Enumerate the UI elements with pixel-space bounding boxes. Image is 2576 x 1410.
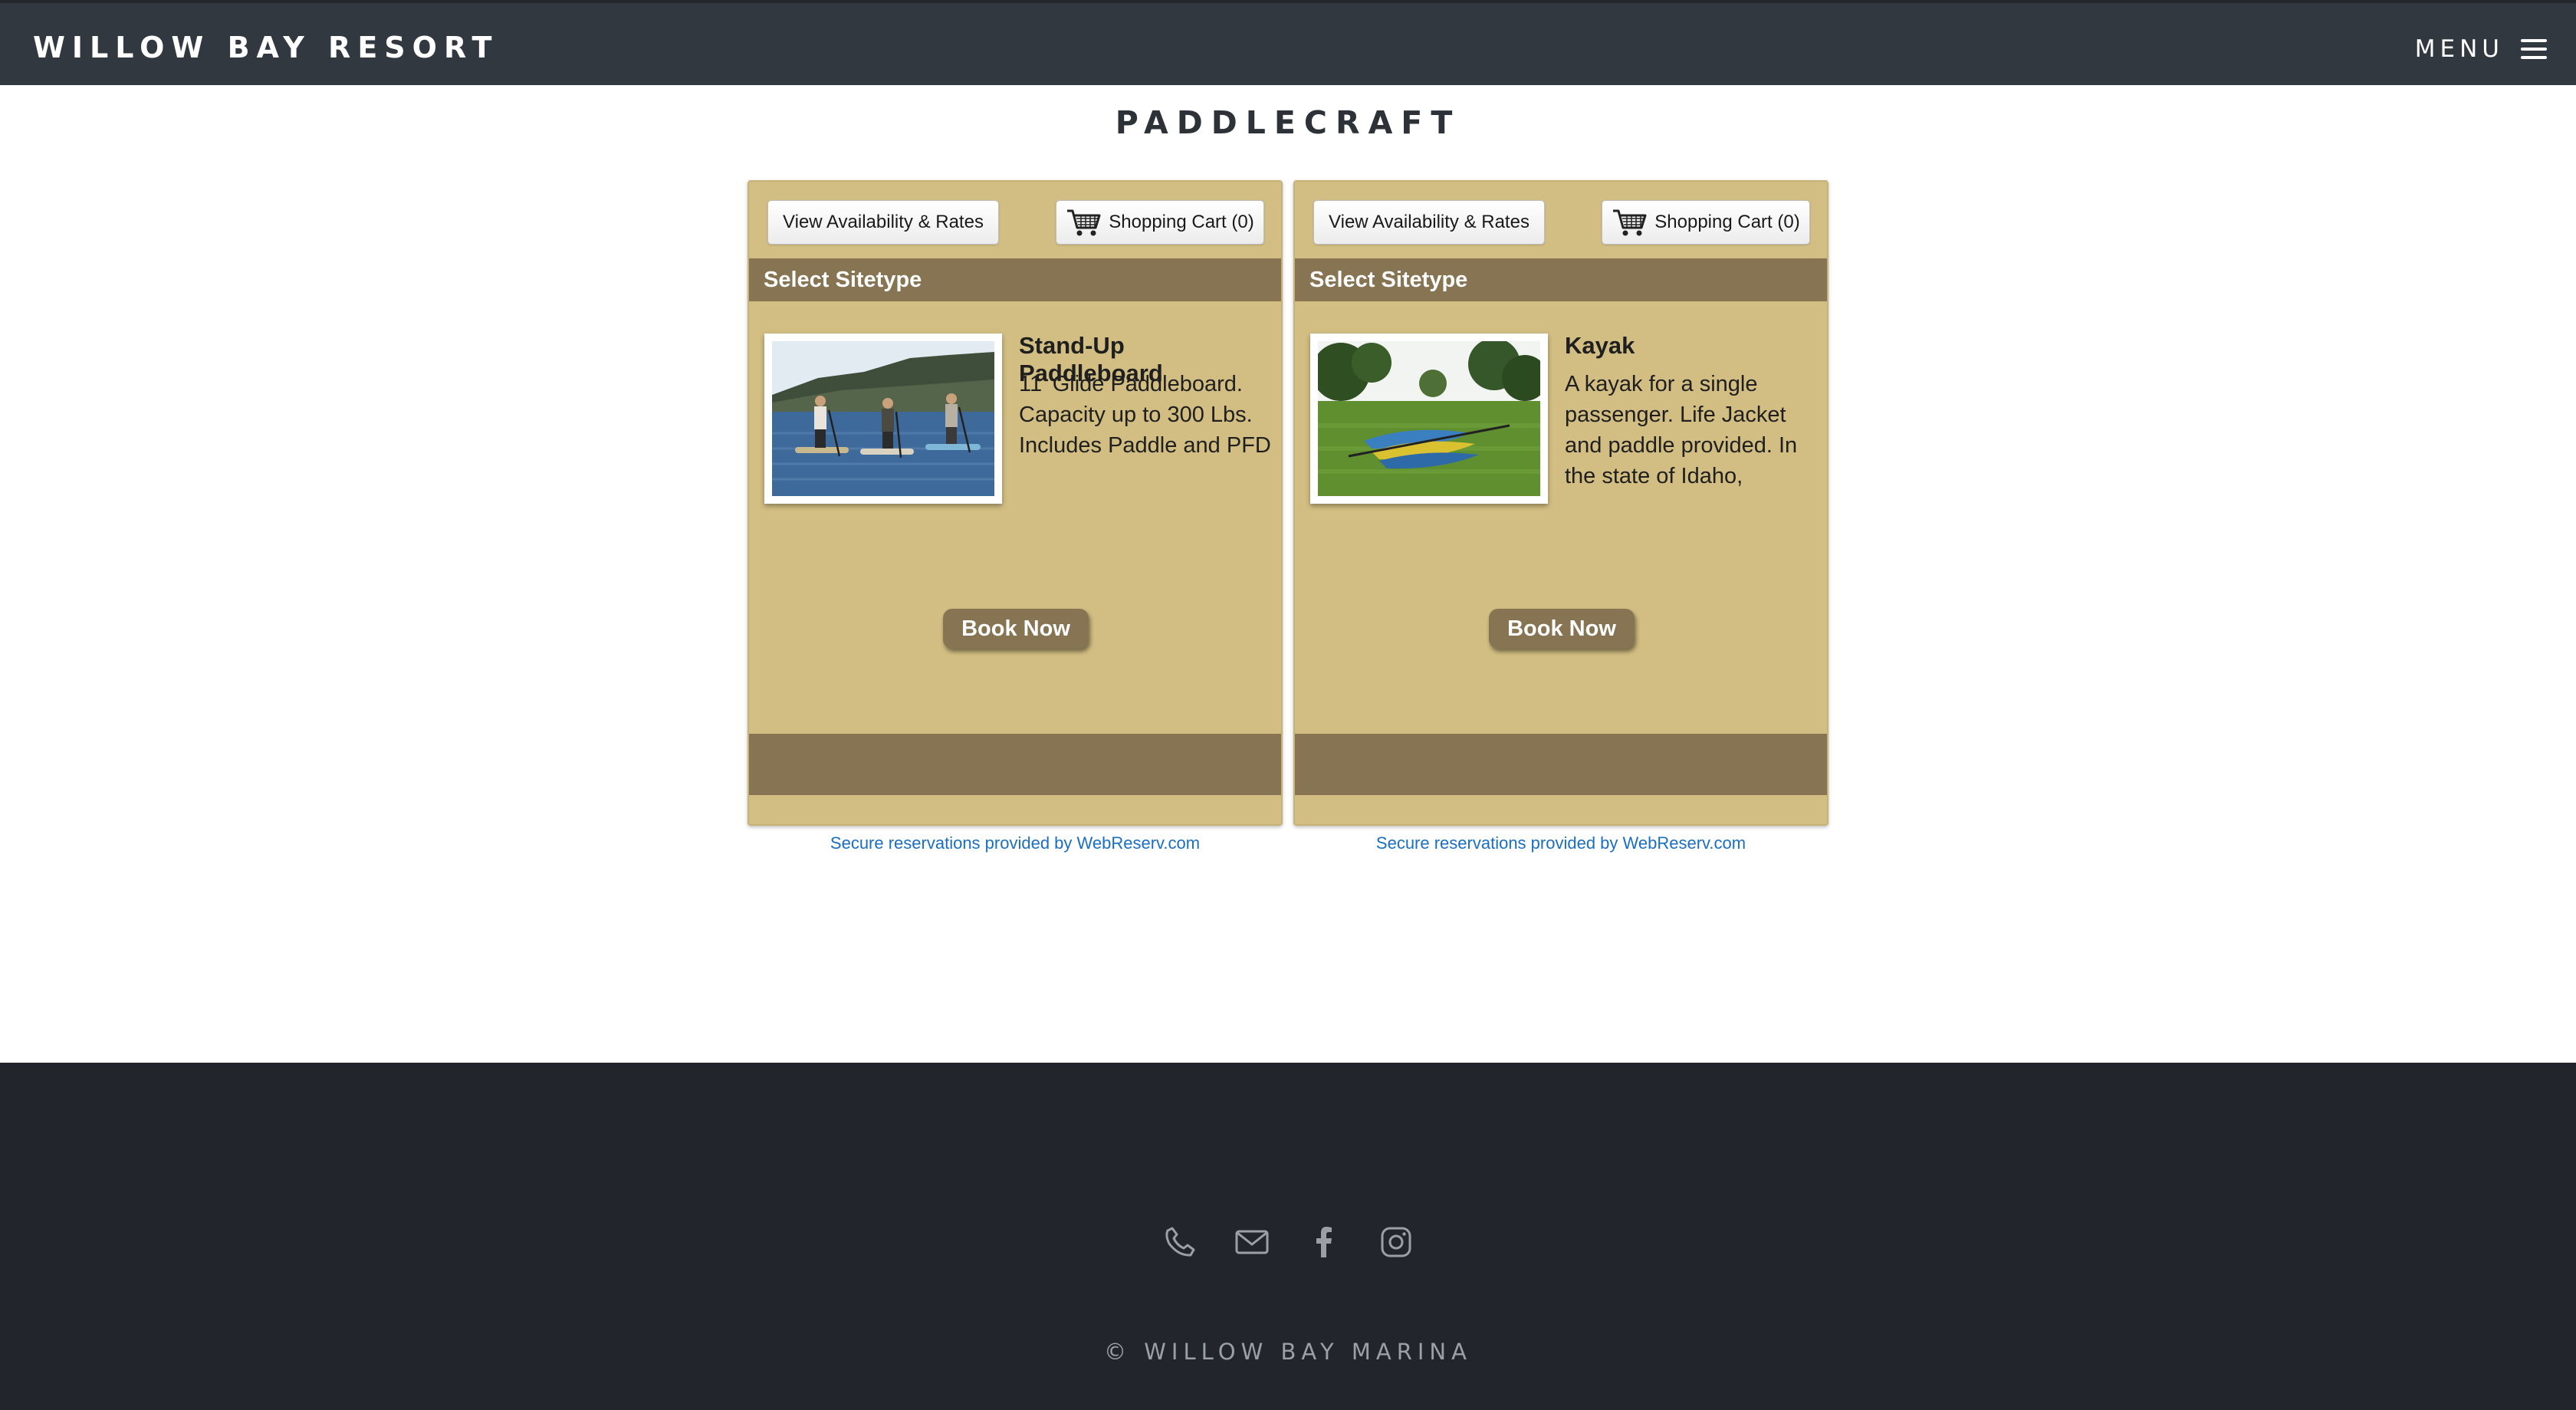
- shopping-cart-label: Shopping Cart (0): [1654, 212, 1800, 232]
- shopping-cart-button[interactable]: Shopping Cart (0): [1602, 200, 1810, 245]
- shopping-cart-icon: [1067, 209, 1101, 236]
- facebook-icon[interactable]: [1306, 1224, 1342, 1260]
- secure-reservations-link[interactable]: Secure reservations provided by WebReser…: [748, 833, 1283, 853]
- book-now-button[interactable]: Book Now: [943, 609, 1089, 649]
- menu-label: MENU: [2414, 35, 2504, 63]
- mail-icon[interactable]: [1234, 1224, 1270, 1260]
- hamburger-icon: [2521, 39, 2547, 59]
- booking-widget-paddleboard: View Availability & Rates Shopping Cart …: [748, 180, 1283, 826]
- instagram-icon[interactable]: [1378, 1224, 1414, 1260]
- paddleboard-photo: [772, 341, 994, 496]
- select-sitetype-header: Select Sitetype: [1295, 258, 1827, 301]
- copyright-text: © WILLOW BAY MARINA: [1104, 1339, 1472, 1365]
- item-description: A kayak for a single passenger. Life Jac…: [1565, 372, 1798, 488]
- page-title: PADDLECRAFT: [1115, 104, 1461, 141]
- item-thumbnail-frame[interactable]: [1310, 334, 1548, 504]
- item-thumbnail-frame[interactable]: [764, 334, 1002, 504]
- secure-reservations-link[interactable]: Secure reservations provided by WebReser…: [1293, 833, 1829, 853]
- select-sitetype-header: Select Sitetype: [749, 258, 1281, 301]
- view-availability-button[interactable]: View Availability & Rates: [767, 200, 999, 245]
- booking-widget-kayak: View Availability & Rates Shopping Cart …: [1293, 180, 1829, 826]
- shopping-cart-button[interactable]: Shopping Cart (0): [1056, 200, 1264, 245]
- item-description: 11' Glide Paddleboard. Capacity up to 30…: [1019, 372, 1271, 458]
- menu-button[interactable]: MENU: [2415, 34, 2547, 64]
- view-availability-button[interactable]: View Availability & Rates: [1313, 200, 1545, 245]
- social-links: [0, 1224, 2576, 1260]
- kayak-photo: [1318, 341, 1540, 496]
- item-title[interactable]: Kayak: [1565, 332, 1818, 360]
- panel-footer-bar: [1295, 734, 1827, 795]
- shopping-cart-label: Shopping Cart (0): [1109, 212, 1254, 232]
- site-brand[interactable]: WILLOW BAY RESORT: [33, 31, 498, 64]
- book-now-button[interactable]: Book Now: [1489, 609, 1635, 649]
- top-nav-bar: WILLOW BAY RESORT MENU: [0, 0, 2576, 85]
- shopping-cart-icon: [1613, 209, 1647, 236]
- phone-icon[interactable]: [1162, 1224, 1198, 1260]
- panel-footer-bar: [749, 734, 1281, 795]
